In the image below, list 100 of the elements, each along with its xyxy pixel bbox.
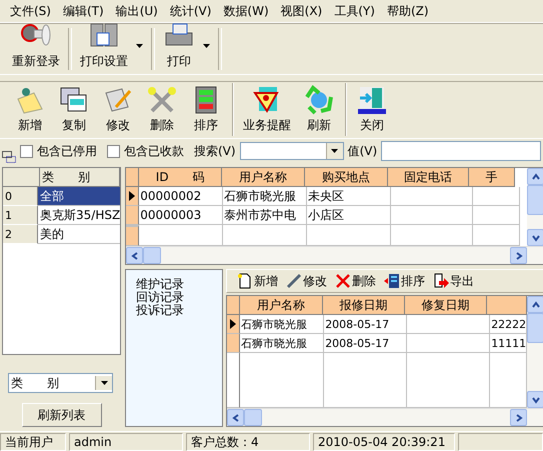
toolbar-button[interactable]: 刷新 — [297, 83, 341, 136]
scroll-left-button[interactable] — [126, 247, 144, 264]
table-cell: 小店区 — [307, 206, 392, 225]
scroll-up-button[interactable] — [527, 168, 543, 185]
chevron-down-icon — [530, 232, 541, 242]
pen-icon — [286, 273, 302, 289]
toolbar-button[interactable]: 重新登录 — [8, 19, 64, 72]
chevron-right-icon — [514, 250, 524, 260]
status-panel: 当前用户 — [0, 433, 66, 451]
row-indicator[interactable] — [227, 315, 240, 334]
panel-toggle-icon[interactable] — [2, 151, 16, 163]
checkbox-label: 包含已收款 — [124, 142, 184, 160]
crossed-tools-icon — [146, 85, 178, 115]
table-cell — [473, 187, 520, 206]
row-number: 1 — [3, 206, 38, 225]
category-item[interactable]: 美的 — [38, 225, 120, 244]
table-cell: 00000003 — [139, 206, 224, 225]
category-item[interactable]: 奥克斯35/HSZ — [38, 206, 120, 225]
row-pointer-icon — [230, 319, 236, 329]
chevron-left-icon — [130, 250, 140, 260]
menu-item[interactable]: 工具(Y) — [328, 2, 381, 20]
checkbox[interactable] — [20, 144, 33, 158]
vertical-scrollbar[interactable] — [527, 168, 543, 246]
recycle-globe-icon — [303, 85, 335, 115]
menu-item[interactable]: 输出(U) — [110, 2, 164, 20]
record-type-item[interactable]: 回访记录 — [136, 291, 222, 304]
column-header[interactable]: 修复日期 — [405, 296, 488, 315]
toolbar-button[interactable]: 新增 — [235, 272, 280, 290]
row-number: 0 — [3, 187, 38, 206]
dropdown-caret-icon — [331, 149, 338, 153]
scroll-down-button[interactable] — [527, 229, 543, 246]
toolbar-button[interactable]: 删除 — [140, 83, 184, 136]
scroll-thumb[interactable] — [143, 247, 162, 264]
dropdown-caret-icon[interactable] — [136, 44, 143, 48]
scroll-right-button[interactable] — [510, 409, 528, 426]
toolbar-button[interactable]: 排序 — [184, 83, 228, 136]
horizontal-scrollbar[interactable] — [126, 246, 543, 264]
scroll-thumb[interactable] — [527, 313, 543, 343]
toolbar-button[interactable]: 打印设置 — [76, 19, 147, 72]
toolbar-button[interactable]: 关闭 — [345, 83, 394, 136]
row-number: 2 — [3, 225, 38, 244]
record-type-item[interactable]: 维护记录 — [136, 278, 222, 291]
status-panel: 2010-05-04 20:39:21 — [313, 433, 455, 451]
toolbar-button[interactable]: 修改 — [284, 272, 330, 290]
category-item[interactable]: 全部 — [38, 187, 120, 206]
column-header[interactable]: 固定电话 — [388, 168, 470, 187]
column-header[interactable]: 类 别 — [40, 168, 120, 187]
refresh-list-button[interactable]: 刷新列表 — [22, 403, 102, 427]
toolbar-button[interactable]: 业务提醒 — [232, 83, 297, 136]
column-header[interactable]: 报修日期 — [323, 296, 406, 315]
column-header[interactable]: 用户名称 — [240, 296, 324, 315]
search-label: 搜索(V) — [194, 142, 236, 160]
chevron-up-icon — [530, 172, 541, 182]
menu-item[interactable]: 文件(S) — [4, 2, 57, 20]
toolbar-button[interactable]: 打印 — [159, 19, 214, 72]
menu-item[interactable]: 编辑(T) — [56, 2, 110, 20]
table-cell: 未央区 — [307, 187, 392, 206]
table-cell: 石狮市晓光服 — [240, 334, 324, 353]
value-field[interactable] — [381, 141, 541, 161]
toolbar-button[interactable]: 新增 — [8, 83, 52, 136]
toolbar-button[interactable]: 复制 — [52, 83, 96, 136]
toolbar-button[interactable]: 删除 — [333, 272, 378, 290]
scroll-down-button[interactable] — [527, 391, 543, 408]
table-cell: 2008-05-17 — [324, 334, 408, 353]
dropdown-caret-icon[interactable] — [203, 44, 210, 48]
column-header[interactable]: ID 码 — [139, 168, 222, 187]
toolbar-button[interactable]: 修改 — [96, 83, 140, 136]
table-cell: 00000002 — [139, 187, 224, 206]
horizontal-scrollbar[interactable] — [227, 408, 543, 426]
search-field-dropdown[interactable] — [240, 142, 344, 160]
value-label: 值(V) — [348, 142, 378, 160]
column-header[interactable]: 用户名称 — [222, 168, 306, 187]
close-icon — [335, 273, 352, 289]
status-panel: admin — [69, 433, 183, 451]
exit-door-icon — [356, 85, 388, 115]
toolbar-button[interactable]: 排序 — [382, 272, 428, 290]
column-header[interactable] — [487, 296, 528, 315]
table-cell: 石狮市晓光服 — [240, 315, 324, 334]
row-indicator[interactable] — [126, 187, 140, 206]
menu-item[interactable]: 视图(X) — [274, 2, 328, 20]
menu-item[interactable]: 帮助(Z) — [380, 2, 435, 20]
scroll-thumb[interactable] — [244, 409, 262, 426]
scroll-up-button[interactable] — [527, 296, 543, 313]
chevron-down-icon — [530, 394, 541, 404]
record-type-item[interactable]: 投诉记录 — [136, 304, 222, 317]
chevron-right-icon — [514, 412, 524, 422]
category-select[interactable]: 类 别 — [8, 373, 114, 393]
vertical-scrollbar[interactable] — [527, 296, 543, 408]
checkbox-label: 包含已停用 — [37, 142, 97, 160]
scroll-right-button[interactable] — [510, 247, 528, 264]
column-header[interactable]: 手 — [469, 168, 516, 187]
scroll-left-button[interactable] — [227, 409, 244, 426]
checkbox[interactable] — [107, 144, 120, 158]
menu-item[interactable]: 统计(V) — [164, 2, 218, 20]
menu-item[interactable]: 数据(W) — [217, 2, 275, 20]
scroll-thumb[interactable] — [527, 185, 543, 215]
chevron-left-icon — [230, 412, 241, 422]
status-panel: 客户总数：4 — [186, 433, 310, 451]
toolbar-button[interactable]: 导出 — [431, 272, 476, 290]
column-header[interactable]: 购买地点 — [305, 168, 388, 187]
